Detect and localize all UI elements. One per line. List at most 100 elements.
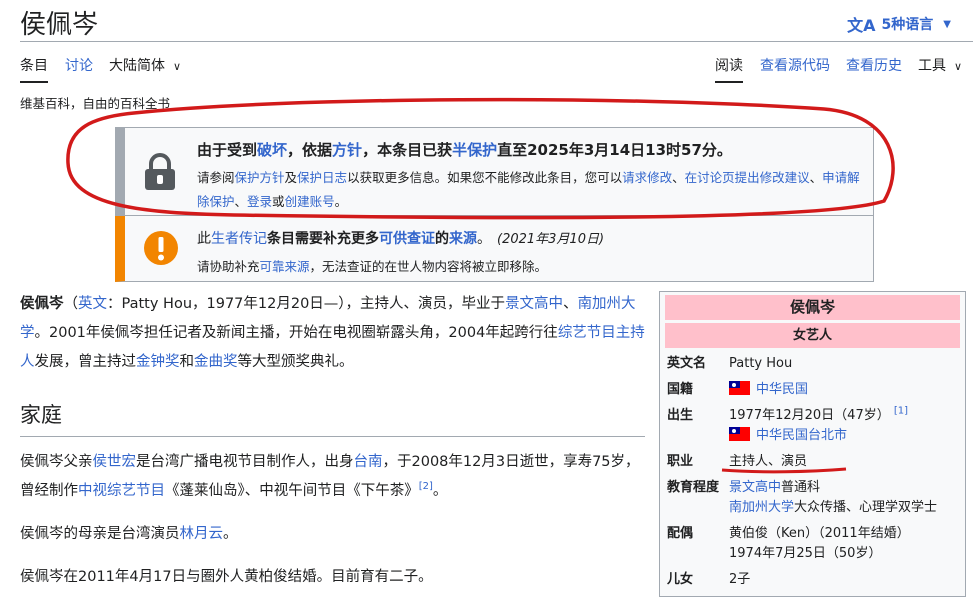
text: 1974年7月25日（50岁） [729, 546, 882, 561]
infobox-subtitle: 女艺人 [665, 323, 960, 348]
text: 。 [477, 231, 491, 247]
reference-link[interactable]: [2] [419, 481, 433, 492]
sources-message: 此生者传记条目需要补充更多可供查证的来源。 (2021年3月10日) [197, 228, 604, 248]
link-protection-policy[interactable]: 保护方针 [235, 170, 285, 185]
tab-article[interactable]: 条目 [20, 55, 48, 83]
infobox-row-education: 教育程度 景文高中普通科南加州大学大众传播、心理学双学士 [665, 475, 960, 521]
text: 、 [809, 170, 823, 185]
text: 以获取更多信息。如果您不能修改此条目，您可以 [347, 170, 623, 185]
reference-link[interactable]: [1] [894, 406, 908, 417]
flag-icon [729, 381, 750, 395]
family-paragraph-2: 侯佩岑的母亲是台湾演员林月云。 [20, 520, 645, 549]
notice-date: (2021年3月10日) [497, 232, 605, 247]
link-talk-suggest[interactable]: 在讨论页提出修改建议 [685, 170, 810, 185]
infobox-value: Patty Hou [729, 356, 793, 371]
text: 或 [272, 194, 285, 209]
text: 等大型颁奖典礼。 [237, 354, 354, 370]
translate-icon: 文A [847, 16, 876, 35]
text: 。 [334, 194, 348, 209]
chevron-down-icon: ∨ [954, 60, 963, 73]
text: ：Patty Hou，1977年12月20日—），主持人、演员，毕业于 [107, 296, 506, 312]
text: 黄伯俊（Ken）（2011年结婚） [729, 526, 910, 541]
text: ，本条目已获 [362, 141, 453, 159]
link-nationality[interactable]: 中华民国 [756, 382, 808, 397]
page-title: 侯佩岑 [20, 10, 99, 40]
infobox-label: 儿女 [667, 572, 694, 587]
infobox-value: 中华民国 [729, 380, 958, 400]
link-edu-usc[interactable]: 南加州大学 [729, 500, 794, 515]
infobox-value: 2子 [729, 572, 751, 587]
link-sources[interactable]: 来源 [449, 231, 477, 247]
infobox-label: 英文名 [667, 356, 707, 371]
text: 侯佩岑的母亲是台湾演员 [20, 526, 180, 542]
family-paragraph-1: 侯佩岑父亲侯世宏是台湾广播电视节目制作人，出身台南，于2008年12月3日逝世，… [20, 448, 645, 506]
link-english[interactable]: 英文 [78, 296, 107, 312]
infobox-row-occupation: 职业 主持人、演员 [665, 449, 960, 475]
variant-label: 大陆简体 [109, 58, 165, 74]
variant-dropdown[interactable]: 大陆简体 ∨ [109, 55, 181, 75]
tab-history[interactable]: 查看历史 [846, 55, 902, 75]
link-protection-log[interactable]: 保护日志 [297, 170, 347, 185]
infobox-value: 1977年12月20日（47岁） [1] 中华民国台北市 [729, 406, 958, 446]
text: 。 [432, 483, 448, 499]
link-golden-melody[interactable]: 金曲奖 [194, 354, 238, 370]
infobox-row-children: 儿女 2子 [665, 567, 960, 593]
link-blp[interactable]: 生者传记 [211, 231, 267, 247]
text: 大众传播、心理学双学士 [794, 500, 938, 515]
link-login[interactable]: 登录 [247, 194, 272, 209]
text: （ [63, 296, 79, 312]
birth-date: 1977年12月20日（47岁） [729, 408, 890, 423]
text: 、 [672, 170, 685, 185]
text: 。2001年侯佩岑担任记者及新闻主播，开始在电视圈崭露头角，2004年起跨行往 [34, 325, 558, 341]
link-mother[interactable]: 林月云 [180, 526, 224, 542]
infobox-label: 出生 [667, 408, 694, 423]
text: 《蓬莱仙岛》、中视午间节目《下午茶》 [165, 483, 419, 499]
intro-paragraph: 侯佩岑（英文：Patty Hou，1977年12月20日—），主持人、演员，毕业… [20, 290, 645, 377]
text: 及 [284, 170, 298, 185]
infobox-row-spouse: 配偶 黄伯俊（Ken）（2011年结婚） 1974年7月25日（50岁） [665, 521, 960, 567]
infobox-row-nationality: 国籍 中华民国 [665, 377, 960, 403]
link-tainan[interactable]: 台南 [354, 454, 383, 470]
tools-dropdown[interactable]: 工具 ∨ [918, 55, 962, 75]
tab-read[interactable]: 阅读 [715, 55, 743, 83]
text: 条目需要补充更多 [267, 231, 379, 247]
protection-notice: 由于受到破坏，依据方针，本条目已获半保护直至2025年3月14日13时57分。 … [115, 127, 874, 216]
link-golden-bell[interactable]: 金钟奖 [136, 354, 180, 370]
link-vandalism[interactable]: 破坏 [257, 141, 287, 159]
link-school[interactable]: 景文高中 [505, 296, 563, 312]
infobox-title: 侯佩岑 [665, 295, 960, 320]
tab-view-source[interactable]: 查看源代码 [760, 55, 830, 75]
page-tabs: 条目 讨论 大陆简体 ∨ 阅读 查看源代码 查看历史 工具 ∨ [20, 42, 973, 83]
text: ，无法查证的在世人物内容将被立即移除。 [309, 259, 548, 274]
link-request-edit[interactable]: 请求修改 [622, 170, 672, 185]
text: 、 [234, 194, 248, 209]
infobox-label: 配偶 [667, 526, 694, 541]
tools-label: 工具 [918, 58, 946, 74]
link-edu-school[interactable]: 景文高中 [729, 480, 781, 495]
link-create-account[interactable]: 创建账号 [285, 194, 335, 209]
protection-message: 由于受到破坏，依据方针，本条目已获半保护直至2025年3月14日13时57分。 [197, 139, 732, 160]
language-button[interactable]: 文A 5种语言 ▼ [847, 12, 951, 36]
link-semi-protection[interactable]: 半保护 [452, 141, 497, 159]
infobox-label: 职业 [667, 454, 694, 469]
chevron-down-icon: ∨ [173, 60, 182, 73]
link-policy[interactable]: 方针 [332, 141, 362, 159]
flag-icon [729, 427, 750, 441]
link-verifiable[interactable]: 可供查证 [379, 231, 435, 247]
language-button-label: 5种语言 [881, 17, 934, 33]
link-father[interactable]: 侯世宏 [93, 454, 137, 470]
family-paragraph-3: 侯佩岑在2011年4月17日与圈外人黄柏俊结婚。目前育有二子。 [20, 569, 433, 585]
link-reliable-sources[interactable]: 可靠来源 [260, 259, 310, 274]
text: 请参阅 [197, 170, 235, 185]
infobox-value: 主持人、演员 [729, 454, 808, 469]
warning-icon [144, 231, 178, 265]
text: 发展，曾主持过 [34, 354, 137, 370]
link-birthplace[interactable]: 中华民国台北市 [756, 428, 847, 443]
sources-details: 请协助补充可靠来源，无法查证的在世人物内容将被立即移除。 [197, 256, 547, 275]
infobox-value: 黄伯俊（Ken）（2011年结婚） 1974年7月25日（50岁） [729, 524, 958, 564]
text: 普通科 [781, 480, 821, 495]
text: 此 [197, 231, 211, 247]
infobox-label: 教育程度 [667, 480, 720, 495]
tab-talk[interactable]: 讨论 [65, 55, 93, 75]
link-ctv-variety[interactable]: 中视综艺节目 [78, 483, 165, 499]
